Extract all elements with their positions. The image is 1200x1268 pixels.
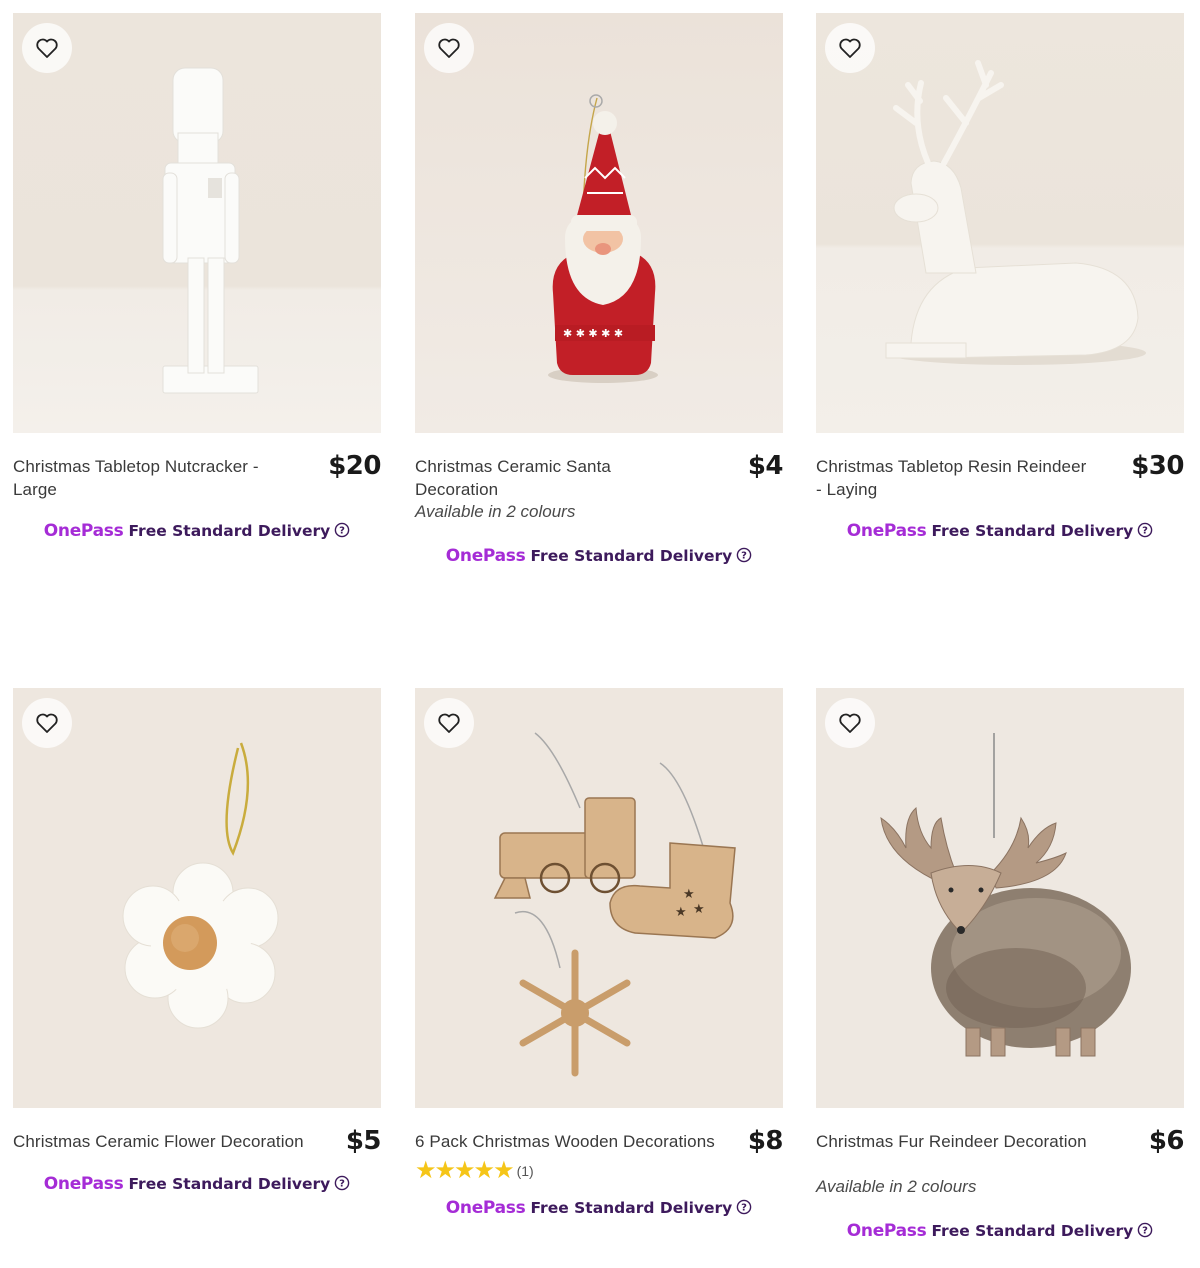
onepass-text: Free Standard Delivery	[931, 1222, 1134, 1240]
product-rating[interactable]: ★★★★★ (1)	[415, 1156, 534, 1185]
onepass-logo: OnePass	[846, 521, 927, 541]
product-card[interactable]: Christmas Tabletop Nutcracker - Large $2…	[13, 13, 381, 541]
product-price: $20	[328, 451, 381, 481]
heart-outline-icon	[36, 38, 58, 58]
svg-text:?: ?	[1142, 1226, 1148, 1237]
svg-text:?: ?	[339, 526, 345, 537]
onepass-logo: OnePass	[43, 1174, 124, 1194]
product-image[interactable]	[13, 13, 381, 433]
wishlist-button[interactable]	[424, 698, 474, 748]
product-title[interactable]: Christmas Tabletop Resin Reindeer - Layi…	[816, 455, 1096, 501]
heart-outline-icon	[438, 713, 460, 733]
product-card[interactable]: ✱ ✱ ✱ ✱ ✱ Christmas Ceramic Santa Decora…	[415, 13, 784, 566]
svg-text:★: ★	[683, 886, 695, 901]
product-price: $5	[345, 1126, 382, 1156]
product-title[interactable]: 6 Pack Christmas Wooden Decorations	[415, 1130, 735, 1153]
question-circle-icon[interactable]: ?	[334, 1175, 350, 1196]
question-circle-icon[interactable]: ?	[1137, 522, 1153, 543]
onepass-text: Free Standard Delivery	[530, 547, 733, 565]
onepass-logo: OnePass	[445, 546, 526, 566]
review-count: (1)	[516, 1162, 534, 1179]
heart-outline-icon	[438, 38, 460, 58]
product-title[interactable]: Christmas Ceramic Flower Decoration	[13, 1130, 333, 1153]
heart-outline-icon	[839, 38, 861, 58]
onepass-delivery: OnePass Free Standard Delivery?	[415, 546, 783, 568]
wishlist-button[interactable]	[424, 23, 474, 73]
wishlist-button[interactable]	[825, 23, 875, 73]
product-title[interactable]: Christmas Fur Reindeer Decoration	[816, 1130, 1136, 1153]
product-image[interactable]: ✱ ✱ ✱ ✱ ✱	[415, 13, 783, 433]
product-price: $4	[747, 451, 784, 481]
product-image[interactable]: ★ ★ ★	[415, 688, 783, 1108]
product-card[interactable]: ★ ★ ★ 6 Pack Christmas Wooden Decorations …	[415, 688, 784, 1218]
product-price: $8	[747, 1126, 784, 1156]
onepass-delivery: OnePass Free Standard Delivery?	[415, 1198, 783, 1220]
wishlist-button[interactable]	[22, 698, 72, 748]
product-card[interactable]: Christmas Ceramic Flower Decoration $5 O…	[13, 688, 382, 1194]
onepass-text: Free Standard Delivery	[931, 522, 1134, 540]
onepass-delivery: OnePass Free Standard Delivery?	[13, 1174, 381, 1196]
question-circle-icon[interactable]: ?	[736, 1199, 752, 1220]
product-price: $30	[1131, 451, 1184, 481]
onepass-text: Free Standard Delivery	[128, 522, 331, 540]
product-card[interactable]: Christmas Fur Reindeer Decoration $6 Ava…	[816, 688, 1185, 1241]
onepass-logo: OnePass	[445, 1198, 526, 1218]
product-image[interactable]	[816, 688, 1184, 1108]
product-image[interactable]	[13, 688, 381, 1108]
onepass-delivery: OnePass Free Standard Delivery?	[816, 521, 1184, 543]
product-image[interactable]	[816, 13, 1184, 433]
product-card[interactable]: Christmas Tabletop Resin Reindeer - Layi…	[816, 13, 1184, 541]
product-price: $6	[1148, 1126, 1185, 1156]
heart-outline-icon	[839, 713, 861, 733]
onepass-logo: OnePass	[43, 521, 124, 541]
question-circle-icon[interactable]: ?	[736, 547, 752, 568]
onepass-text: Free Standard Delivery	[530, 1199, 733, 1217]
onepass-text: Free Standard Delivery	[128, 1175, 331, 1193]
product-title[interactable]: Christmas Tabletop Nutcracker - Large	[13, 455, 293, 501]
question-circle-icon[interactable]: ?	[1137, 1222, 1153, 1243]
onepass-delivery: OnePass Free Standard Delivery?	[13, 521, 381, 543]
heart-outline-icon	[36, 713, 58, 733]
svg-text:✱ ✱ ✱ ✱ ✱: ✱ ✱ ✱ ✱ ✱	[563, 327, 623, 340]
wishlist-button[interactable]	[22, 23, 72, 73]
svg-text:★: ★	[675, 904, 687, 919]
wishlist-button[interactable]	[825, 698, 875, 748]
onepass-logo: OnePass	[846, 1221, 927, 1241]
svg-text:?: ?	[741, 551, 747, 562]
colour-availability: Available in 2 colours	[415, 502, 576, 521]
svg-text:★: ★	[693, 901, 705, 916]
colour-availability: Available in 2 colours	[816, 1177, 977, 1196]
svg-text:?: ?	[741, 1203, 747, 1214]
star-icon: ★★★★★	[415, 1157, 515, 1184]
question-circle-icon[interactable]: ?	[334, 522, 350, 543]
svg-text:?: ?	[1142, 526, 1148, 537]
onepass-delivery: OnePass Free Standard Delivery?	[816, 1221, 1184, 1243]
product-title[interactable]: Christmas Ceramic Santa Decoration	[415, 455, 695, 501]
svg-text:?: ?	[339, 1179, 345, 1190]
